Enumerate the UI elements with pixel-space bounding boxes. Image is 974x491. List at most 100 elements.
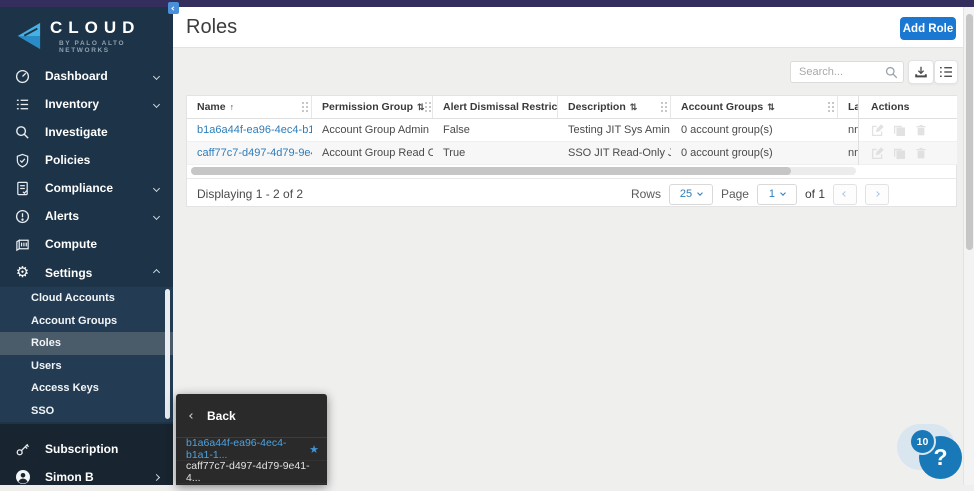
page-total: of 1 bbox=[805, 187, 825, 201]
page-select[interactable]: 1 bbox=[757, 184, 797, 205]
alert-dismissal-cell: False bbox=[433, 124, 558, 136]
sidebar-bottom-section: Subscription Simon B bbox=[0, 424, 173, 485]
add-role-button[interactable]: Add Role bbox=[900, 17, 956, 40]
column-header-alert-dismissal-restricted[interactable]: Alert Dismissal Restricted ⇅ bbox=[433, 96, 558, 118]
inventory-list-icon bbox=[14, 96, 31, 113]
chevron-left-icon bbox=[842, 191, 848, 197]
delete-icon[interactable] bbox=[915, 147, 927, 160]
sidebar-subitem-account-groups[interactable]: Account Groups bbox=[0, 310, 173, 333]
sidebar-subitem-users[interactable]: Users bbox=[0, 355, 173, 378]
clone-icon[interactable] bbox=[893, 147, 906, 160]
alert-dismissal-cell: True bbox=[433, 147, 558, 159]
column-drag-handle-icon[interactable] bbox=[302, 106, 304, 108]
search-box bbox=[790, 61, 904, 83]
sidebar-item-settings[interactable]: ⚙ Settings bbox=[0, 258, 173, 287]
edit-icon[interactable] bbox=[871, 124, 884, 137]
permission-group-cell: Account Group Read Only bbox=[312, 147, 433, 159]
sidebar-item-investigate[interactable]: Investigate bbox=[0, 118, 173, 146]
column-drag-handle-icon[interactable] bbox=[828, 106, 830, 108]
sort-both-icon: ⇅ bbox=[767, 102, 775, 113]
description-cell: Testing JIT Sys Amin bbox=[558, 124, 671, 136]
page-label: Page bbox=[721, 187, 749, 201]
delete-icon[interactable] bbox=[915, 124, 927, 137]
sidebar-subitem-roles[interactable]: Roles bbox=[0, 332, 173, 355]
chevron-right-icon bbox=[153, 473, 160, 480]
sidebar-item-user-simon-b[interactable]: Simon B bbox=[0, 463, 173, 491]
sort-both-icon: ⇅ bbox=[417, 102, 425, 113]
rows-per-page-select[interactable]: 25 bbox=[669, 184, 713, 205]
column-drag-handle-icon[interactable] bbox=[661, 106, 663, 108]
permission-group-cell: Account Group Admin bbox=[312, 124, 433, 136]
chevron-up-icon bbox=[153, 269, 160, 276]
chevron-down-icon bbox=[780, 190, 786, 196]
popup-item[interactable]: caff77c7-d497-4d79-9e41-4... bbox=[176, 461, 327, 484]
sidebar-subitem-access-keys[interactable]: Access Keys bbox=[0, 377, 173, 400]
chevron-down-icon bbox=[153, 184, 160, 191]
table-header-row: Name ↑ Permission Group ⇅ Alert Dismissa… bbox=[187, 96, 956, 119]
row-actions bbox=[859, 119, 957, 142]
rows-label: Rows bbox=[631, 187, 661, 201]
page-title: Roles bbox=[186, 16, 237, 39]
table-row: caff77c7-d497-4d79-9e4... Account Group … bbox=[187, 142, 956, 165]
edit-icon[interactable] bbox=[871, 147, 884, 160]
settings-submenu: Cloud Accounts Account Groups Roles User… bbox=[0, 287, 173, 422]
sidebar-subitem-cloud-accounts[interactable]: Cloud Accounts bbox=[0, 287, 173, 310]
sidebar-scrollbar[interactable] bbox=[165, 289, 170, 419]
sidebar-item-alerts[interactable]: Alerts bbox=[0, 202, 173, 230]
back-button[interactable]: Back bbox=[176, 394, 327, 438]
sidebar-collapse-button[interactable] bbox=[168, 2, 179, 14]
table-columns-icon bbox=[939, 66, 953, 78]
sidebar-item-compute[interactable]: Compute bbox=[0, 230, 173, 258]
scrollbar-thumb[interactable] bbox=[191, 167, 791, 175]
magnifier-icon bbox=[14, 124, 31, 141]
sidebar-item-dashboard[interactable]: Dashboard bbox=[0, 62, 173, 90]
table-row: b1a6a44f-ea96-4ec4-b1... Account Group A… bbox=[187, 119, 956, 142]
sidebar: CLOUD BY PALO ALTO NETWORKS Dashboard In… bbox=[0, 7, 173, 485]
recent-roles-popup: Back b1a6a44f-ea96-4ec4-b1a1-1... ★ caff… bbox=[176, 394, 327, 485]
column-header-description[interactable]: Description ⇅ bbox=[558, 96, 671, 118]
account-groups-cell: 0 account group(s) bbox=[671, 124, 838, 136]
key-icon bbox=[14, 441, 31, 458]
account-groups-cell: 0 account group(s) bbox=[671, 147, 838, 159]
sort-both-icon: ⇅ bbox=[630, 102, 638, 113]
sidebar-subitem-sso[interactable]: SSO bbox=[0, 400, 173, 423]
chevron-right-icon bbox=[874, 191, 880, 197]
star-icon[interactable]: ★ bbox=[309, 443, 319, 456]
displaying-count: Displaying 1 - 2 of 2 bbox=[197, 187, 303, 201]
download-icon bbox=[914, 65, 928, 79]
brand-logo: CLOUD BY PALO ALTO NETWORKS bbox=[0, 7, 173, 62]
popup-item[interactable]: b1a6a44f-ea96-4ec4-b1a1-1... ★ bbox=[176, 438, 327, 461]
chevron-left-icon bbox=[171, 6, 175, 10]
clone-icon[interactable] bbox=[893, 124, 906, 137]
prev-page-button[interactable] bbox=[833, 184, 857, 205]
chevron-down-icon bbox=[153, 212, 160, 219]
sidebar-item-inventory[interactable]: Inventory bbox=[0, 90, 173, 118]
chevron-left-icon bbox=[189, 413, 195, 419]
chevron-down-icon bbox=[697, 190, 703, 196]
download-button[interactable] bbox=[908, 60, 934, 84]
sort-asc-icon: ↑ bbox=[230, 102, 235, 112]
next-page-button[interactable] bbox=[865, 184, 889, 205]
table-footer: Displaying 1 - 2 of 2 Rows 25 Page 1 of … bbox=[187, 178, 956, 208]
row-actions bbox=[859, 142, 957, 165]
sidebar-item-policies[interactable]: Policies bbox=[0, 146, 173, 174]
chevron-down-icon bbox=[153, 100, 160, 107]
sidebar-item-compliance[interactable]: Compliance bbox=[0, 174, 173, 202]
column-header-permission-group[interactable]: Permission Group ⇅ bbox=[312, 96, 433, 118]
column-settings-button[interactable] bbox=[934, 60, 958, 84]
column-header-name[interactable]: Name ↑ bbox=[187, 96, 312, 118]
gauge-icon bbox=[14, 68, 31, 85]
table-horizontal-scrollbar[interactable] bbox=[191, 167, 856, 175]
column-drag-handle-icon[interactable] bbox=[425, 106, 427, 108]
roles-table-card: Name ↑ Permission Group ⇅ Alert Dismissa… bbox=[186, 95, 957, 207]
role-name-link[interactable]: caff77c7-d497-4d79-9e4... bbox=[187, 147, 312, 159]
role-name-link[interactable]: b1a6a44f-ea96-4ec4-b1... bbox=[187, 124, 312, 136]
scrollbar-thumb[interactable] bbox=[966, 14, 973, 250]
gear-icon: ⚙ bbox=[14, 264, 31, 281]
search-input[interactable] bbox=[791, 66, 885, 78]
page-vertical-scrollbar[interactable] bbox=[963, 7, 974, 485]
column-header-account-groups[interactable]: Account Groups ⇅ bbox=[671, 96, 838, 118]
question-mark-icon: ? bbox=[933, 444, 947, 471]
sidebar-item-subscription[interactable]: Subscription bbox=[0, 435, 173, 463]
brand-subtitle: BY PALO ALTO NETWORKS bbox=[59, 40, 173, 54]
